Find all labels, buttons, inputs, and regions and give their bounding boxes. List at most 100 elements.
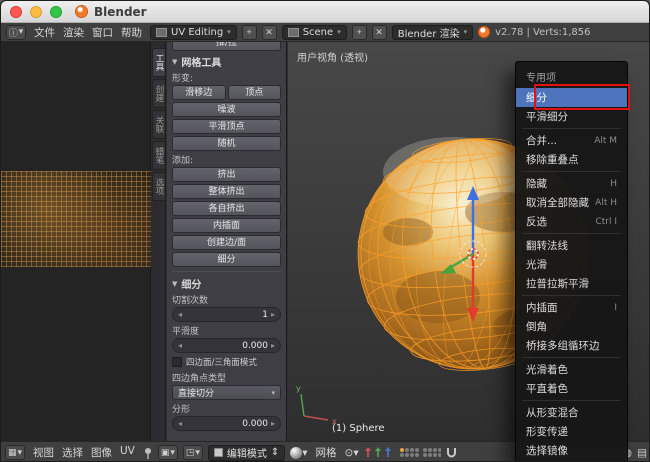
info-editor-type-button[interactable]: ⓘ ▾	[6, 24, 26, 40]
uv-menu[interactable]: 图像	[88, 445, 115, 460]
scene-value: Scene	[302, 26, 334, 38]
uv-menus: 视图 选择 图像 UV	[30, 445, 138, 460]
specials-menu-item[interactable]: 平直着色	[516, 379, 627, 398]
quad-corner-type-select[interactable]: 直接切分 ▾	[172, 385, 281, 400]
app-window: Blender ⓘ ▾ 文件 渲染 窗口 帮助 UV Editing ▾ + ✕ Sce…	[0, 0, 650, 462]
specials-menu-item[interactable]: 合并... Alt M	[516, 131, 627, 150]
specials-menu-item[interactable]: 隐藏 H	[516, 174, 627, 193]
toolshelf-tab[interactable]: 关联	[152, 110, 165, 139]
specials-menu-item[interactable]: 拉普拉斯平滑	[516, 274, 627, 293]
tool-button[interactable]: 顶点	[227, 85, 281, 100]
tool-button[interactable]: 整体挤出	[172, 184, 281, 199]
specials-menu-item[interactable]: 平滑细分	[516, 107, 627, 126]
menu-item-shortcut: I	[614, 302, 617, 313]
add-scene-button[interactable]: +	[351, 24, 367, 40]
render-engine-select[interactable]: Blender 渲染 ▾	[391, 24, 474, 40]
subdivide-panel-header[interactable]: ▼ 细分	[172, 276, 281, 292]
specials-menu-item[interactable]: 从形变混合	[516, 403, 627, 422]
cuts-field[interactable]: ◂ 1 ▸	[172, 307, 281, 322]
smoothness-label: 平滑度	[172, 327, 200, 337]
mesh-tools-panel-header[interactable]: ▼ 网格工具	[172, 54, 281, 70]
window-title: Blender	[94, 4, 147, 19]
tool-button[interactable]: 噪波	[172, 102, 281, 117]
menu-item-label: 选择镜像	[526, 445, 568, 457]
specials-menu-item[interactable]: 移除重叠点	[516, 150, 627, 169]
quad-corner-type-label: 四边角点类型	[172, 374, 227, 384]
scene-icon	[287, 27, 299, 37]
uv-image-editor[interactable]	[1, 42, 151, 441]
increment-arrow-icon[interactable]: ▸	[271, 310, 275, 319]
specials-menu-item[interactable]: 内插面 I	[516, 298, 627, 317]
add-layout-button[interactable]: +	[241, 24, 257, 40]
edit-mode-icon	[213, 448, 223, 457]
mode-select[interactable]: 编辑模式 ⇕	[207, 444, 286, 461]
specials-menu-item[interactable]: 选择镜像	[516, 441, 627, 460]
quad-tri-mode-checkbox[interactable]: 四边面/三角面模式	[172, 356, 281, 368]
menubar-menu[interactable]: 窗口	[89, 25, 116, 40]
viewport-axis-gizmo: x y	[296, 384, 337, 426]
uv-editor-type-button[interactable]: ▦ ▾	[5, 445, 25, 460]
toolshelf-tab[interactable]: 创建	[152, 79, 165, 108]
view-name-label: 用户视角 (透视)	[297, 53, 368, 64]
menu-item-label: 内插面	[526, 302, 558, 314]
specials-menu-item[interactable]: 翻转法线	[516, 236, 627, 255]
screen-layout-value: UV Editing	[171, 26, 224, 38]
fractal-field[interactable]: ◂ 0.000 ▸	[172, 416, 281, 431]
scene-select[interactable]: Scene ▾	[281, 24, 347, 40]
mesh-menu[interactable]: 网格	[313, 445, 340, 460]
menubar-menu[interactable]: 渲染	[60, 25, 87, 40]
specials-menu-item[interactable]: 光滑	[516, 255, 627, 274]
increment-arrow-icon[interactable]: ▸	[271, 341, 275, 350]
viewport-editor-type-button[interactable]: ◳ ▾	[182, 445, 203, 460]
menu-item-label: 移除重叠点	[526, 154, 579, 166]
delete-scene-button[interactable]: ✕	[371, 24, 387, 40]
toolshelf-tab[interactable]: 蜡笔	[152, 141, 165, 170]
layers-widget[interactable]	[399, 445, 441, 461]
specials-menu-item[interactable]: 光滑着色	[516, 360, 627, 379]
increment-arrow-icon[interactable]: ▸	[271, 419, 275, 428]
tool-button[interactable]: 各自挤出	[172, 201, 281, 216]
tool-button[interactable]: 随机	[172, 136, 281, 151]
window-titlebar: Blender	[1, 1, 649, 23]
tool-button[interactable]: 挤出	[172, 167, 281, 182]
snap-magnet-icon[interactable]	[446, 445, 457, 461]
specials-menu-item[interactable]: 形变传递	[516, 422, 627, 441]
tool-button[interactable]: 平滑顶点	[172, 119, 281, 134]
viewport-shading-select[interactable]: ▾	[290, 445, 308, 461]
minimize-window-button[interactable]	[30, 5, 42, 18]
manipulator-buttons[interactable]	[364, 445, 394, 461]
tool-button[interactable]: 滑移边	[172, 85, 226, 100]
specials-menu-item[interactable]: 倒角	[516, 317, 627, 336]
tool-button[interactable]: 内插面	[172, 218, 281, 233]
menubar-menu[interactable]: 文件	[31, 25, 58, 40]
screen-layout-select[interactable]: UV Editing ▾	[150, 24, 237, 40]
uv-menu[interactable]: 视图	[30, 445, 57, 460]
delete-layout-button[interactable]: ✕	[261, 24, 277, 40]
specials-menu-item[interactable]: 桥接多组循环边	[516, 336, 627, 355]
push-pull-button[interactable]: 推/拉	[172, 42, 281, 51]
tool-button[interactable]: 创建边/面	[172, 235, 281, 250]
specials-menu-item[interactable]: 取消全部隐藏 Alt H	[516, 193, 627, 212]
chevron-down-icon: ▾	[463, 28, 468, 36]
uv-menu[interactable]: 选择	[59, 445, 86, 460]
menu-item-label: 形变传递	[526, 426, 568, 438]
uv-menu[interactable]: UV	[117, 445, 138, 460]
zoom-window-button[interactable]	[50, 5, 62, 18]
quad-tri-mode-label: 四边面/三角面模式	[186, 358, 257, 368]
quad-corner-type-value: 直接切分	[178, 389, 215, 399]
chevron-down-icon: ▾	[227, 28, 231, 36]
render-camera-icon[interactable]: ▤	[637, 445, 647, 461]
close-window-button[interactable]	[10, 5, 22, 18]
image-browse-button[interactable]: ▣ ▾	[157, 445, 178, 460]
cuts-value: 1	[262, 309, 268, 320]
blender-logo-icon	[478, 26, 491, 38]
tool-button[interactable]: 细分	[172, 252, 281, 267]
toolshelf-tab[interactable]: 工具	[152, 48, 165, 77]
smoothness-field[interactable]: ◂ 0.000 ▸	[172, 338, 281, 353]
specials-menu-item[interactable]: 反选 Ctrl I	[516, 212, 627, 231]
menubar-menu[interactable]: 帮助	[118, 25, 145, 40]
pivot-select[interactable]: ⊙ ▾	[345, 445, 359, 461]
specials-menu-item[interactable]: 细分	[516, 88, 627, 107]
toolshelf-tab[interactable]: 选项	[152, 172, 165, 201]
pin-icon[interactable]	[143, 445, 153, 461]
